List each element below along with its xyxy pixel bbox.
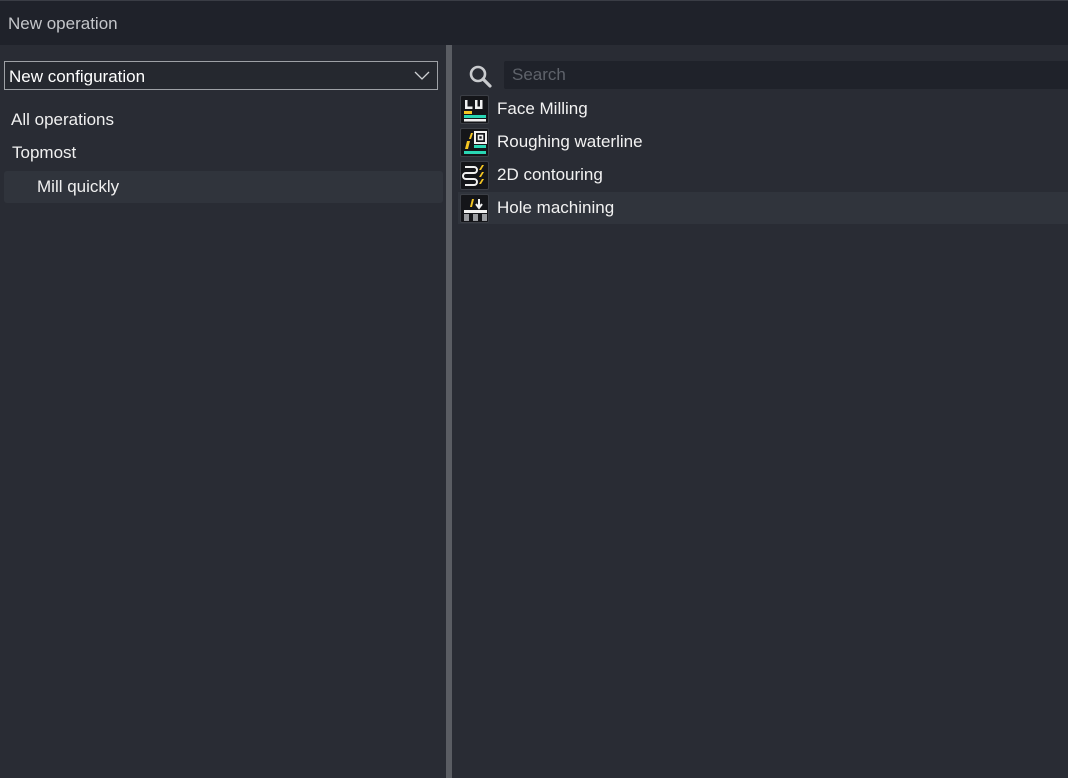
hole-machining-icon [460,194,489,223]
operation-item-2d-contouring[interactable]: 2D contouring [458,159,1068,191]
operations-pane: Face Milling Roughing waterline [452,45,1068,778]
search-bar [462,60,1068,90]
search-input[interactable] [504,61,1068,89]
contouring-2d-icon [460,161,489,190]
tree-item-mill-quickly[interactable]: Mill quickly [4,171,443,203]
configuration-pane: New configuration All operations Topmost… [0,45,446,778]
chevron-down-icon [414,71,430,80]
face-milling-icon [460,95,489,124]
tree-item-label: Topmost [12,143,77,162]
configuration-dropdown[interactable]: New configuration [4,61,438,90]
operation-label: Face Milling [497,99,588,118]
configuration-dropdown-value: New configuration [9,67,146,86]
tree-item-all-operations[interactable]: All operations [0,104,446,136]
tree-item-label: Mill quickly [37,177,120,196]
operation-item-face-milling[interactable]: Face Milling [458,93,1068,125]
operation-label: 2D contouring [497,165,603,184]
window-title: New operation [8,14,118,33]
tree-item-topmost[interactable]: Topmost [0,137,446,169]
operation-item-hole-machining[interactable]: Hole machining [458,192,1068,224]
search-icon [469,65,492,88]
roughing-waterline-icon [460,128,489,157]
operation-item-roughing-waterline[interactable]: Roughing waterline [458,126,1068,158]
tree-item-label: All operations [11,110,115,129]
operation-label: Roughing waterline [497,132,643,151]
window-titlebar: New operation [0,0,1068,45]
operation-label: Hole machining [497,198,615,217]
